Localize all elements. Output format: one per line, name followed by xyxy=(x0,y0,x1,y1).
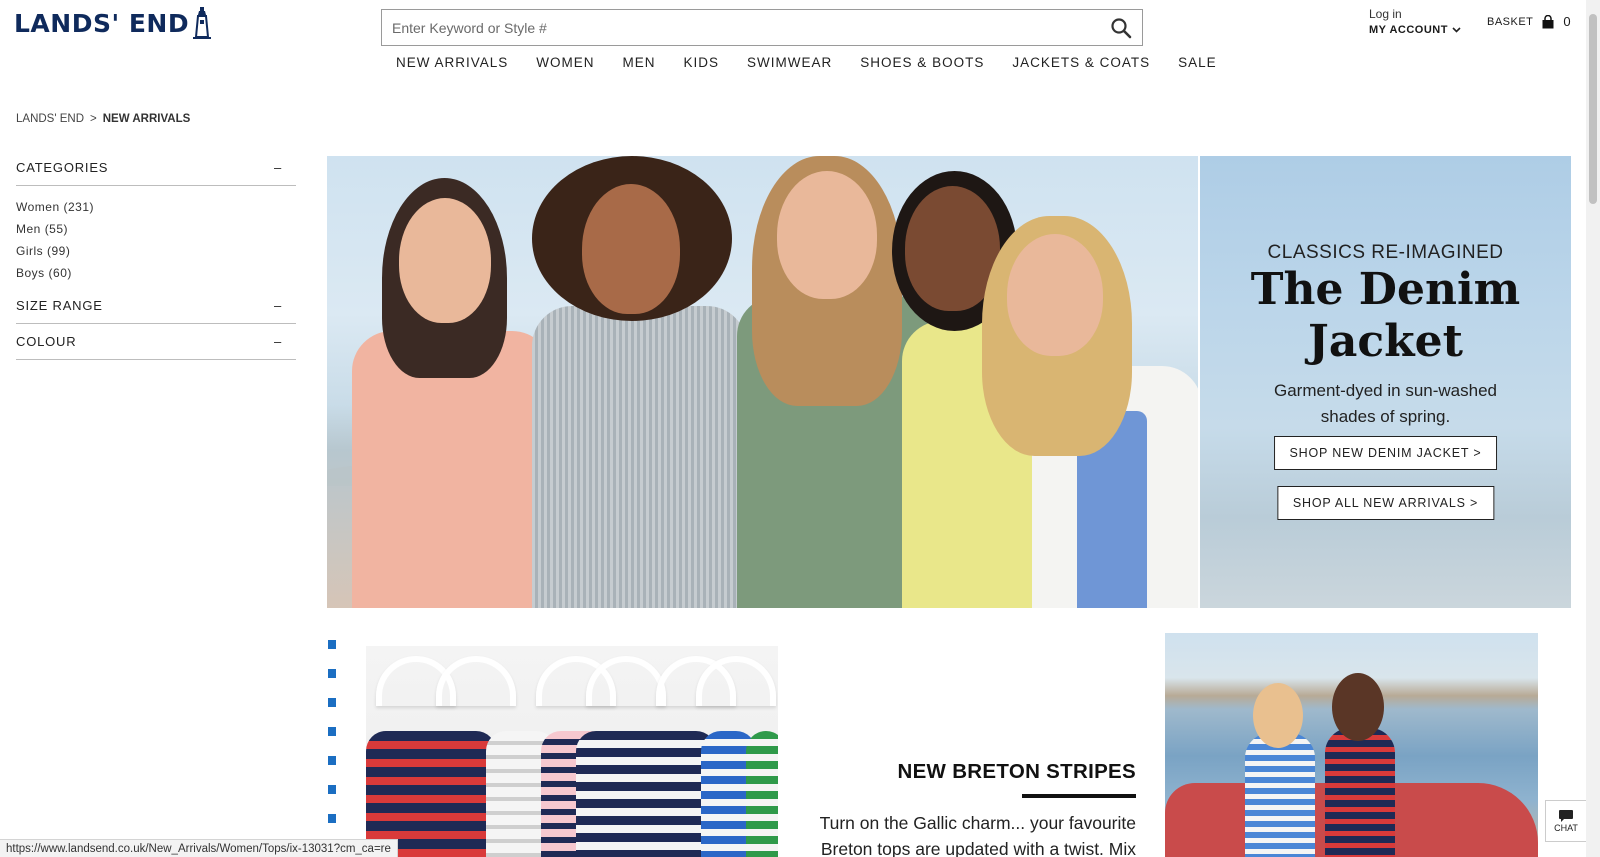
collapse-icon: – xyxy=(273,334,282,349)
shop-denim-jacket-button[interactable]: SHOP NEW DENIM JACKET > xyxy=(1273,436,1498,470)
category-count: (231) xyxy=(63,200,94,214)
hero-copy-panel: CLASSICS RE-IMAGINED The Denim Jacket Ga… xyxy=(1200,156,1571,608)
promo-text: Turn on the Gallic charm... your favouri… xyxy=(819,813,1136,857)
category-count: (99) xyxy=(47,244,71,258)
category-item-men[interactable]: Men (55) xyxy=(16,218,296,240)
collapse-icon: – xyxy=(273,298,282,313)
account-menu: Log in MY ACCOUNT xyxy=(1369,6,1461,38)
chat-button[interactable]: CHAT xyxy=(1545,800,1587,842)
category-label: Men xyxy=(16,222,41,236)
category-count: (60) xyxy=(48,266,72,280)
status-bar-url: https://www.landsend.co.uk/New_Arrivals/… xyxy=(0,839,398,857)
shop-new-arrivals-button[interactable]: SHOP ALL NEW ARRIVALS > xyxy=(1276,486,1495,520)
promo-title: NEW BRETON STRIPES xyxy=(897,760,1136,783)
nav-shoes-boots[interactable]: SHOES & BOOTS xyxy=(846,52,998,73)
my-account-dropdown[interactable]: MY ACCOUNT xyxy=(1369,22,1461,38)
beach-photo[interactable] xyxy=(1165,633,1538,857)
breadcrumb: LANDS' END > NEW ARRIVALS xyxy=(16,113,190,125)
hero-kicker: CLASSICS RE-IMAGINED xyxy=(1267,242,1504,263)
filter-sidebar: CATEGORIES – Women (231) Men (55) Girls … xyxy=(16,158,296,368)
logo-text: LANDS' END xyxy=(14,8,190,38)
nav-swimwear[interactable]: SWIMWEAR xyxy=(733,52,846,73)
facet-size-range-header[interactable]: SIZE RANGE – xyxy=(16,296,296,324)
facet-colour: COLOUR – xyxy=(16,332,296,360)
page-scrollbar[interactable] xyxy=(1586,0,1600,857)
category-label: Women xyxy=(16,200,60,214)
decorative-dots xyxy=(328,640,336,843)
my-account-label: MY ACCOUNT xyxy=(1369,24,1448,36)
facet-categories: CATEGORIES – Women (231) Men (55) Girls … xyxy=(16,158,296,288)
lighthouse-icon xyxy=(193,7,212,39)
shopping-bag-icon xyxy=(1542,14,1554,28)
promo-divider xyxy=(1022,794,1136,798)
category-count: (55) xyxy=(44,222,69,236)
breadcrumb-home[interactable]: LANDS' END xyxy=(16,113,84,125)
collapse-icon: – xyxy=(273,160,282,175)
basket-label: BASKET xyxy=(1487,15,1534,28)
breton-shirts-image[interactable] xyxy=(366,646,778,857)
basket-count: 0 xyxy=(1563,14,1572,29)
nav-new-arrivals[interactable]: NEW ARRIVALS xyxy=(382,52,522,73)
brand-logo[interactable]: LANDS' END xyxy=(14,6,213,40)
nav-kids[interactable]: KIDS xyxy=(670,52,734,73)
nav-jackets-coats[interactable]: JACKETS & COATS xyxy=(998,52,1164,73)
breadcrumb-current: NEW ARRIVALS xyxy=(102,113,191,125)
category-label: Boys xyxy=(16,266,45,280)
category-label: Girls xyxy=(16,244,44,258)
facet-size-range: SIZE RANGE – xyxy=(16,296,296,324)
scrollbar-thumb[interactable] xyxy=(1589,14,1597,204)
search-bar xyxy=(381,9,1143,46)
facet-title: SIZE RANGE xyxy=(16,298,103,313)
category-item-boys[interactable]: Boys (60) xyxy=(16,262,296,284)
hero-subtitle: Garment-dyed in sun-washed shades of spr… xyxy=(1273,381,1497,426)
nav-men[interactable]: MEN xyxy=(609,52,670,73)
hero-photo[interactable] xyxy=(327,156,1198,608)
main-nav: NEW ARRIVALS WOMEN MEN KIDS SWIMWEAR SHO… xyxy=(382,52,1231,73)
category-item-girls[interactable]: Girls (99) xyxy=(16,240,296,262)
basket-link[interactable]: BASKET 0 xyxy=(1487,14,1571,29)
hero-title: The Denim Jacket xyxy=(1200,264,1571,368)
hero-title-line: The Denim xyxy=(1250,264,1521,315)
breadcrumb-separator: > xyxy=(90,113,97,125)
facet-title: COLOUR xyxy=(16,334,77,349)
search-icon[interactable] xyxy=(1110,17,1132,39)
nav-sale[interactable]: SALE xyxy=(1164,52,1231,73)
category-item-women[interactable]: Women (231) xyxy=(16,196,296,218)
hero-banner: CLASSICS RE-IMAGINED The Denim Jacket Ga… xyxy=(327,156,1571,608)
chevron-down-icon xyxy=(1452,27,1461,33)
chat-bubble-icon xyxy=(1559,810,1573,822)
chat-label: CHAT xyxy=(1554,823,1578,833)
hero-title-line: Jacket xyxy=(1308,316,1463,367)
login-link[interactable]: Log in xyxy=(1369,6,1461,22)
facet-title: CATEGORIES xyxy=(16,160,109,175)
search-input[interactable] xyxy=(392,19,1110,36)
facet-categories-header[interactable]: CATEGORIES – xyxy=(16,158,296,186)
nav-women[interactable]: WOMEN xyxy=(522,52,608,73)
facet-colour-header[interactable]: COLOUR – xyxy=(16,332,296,360)
